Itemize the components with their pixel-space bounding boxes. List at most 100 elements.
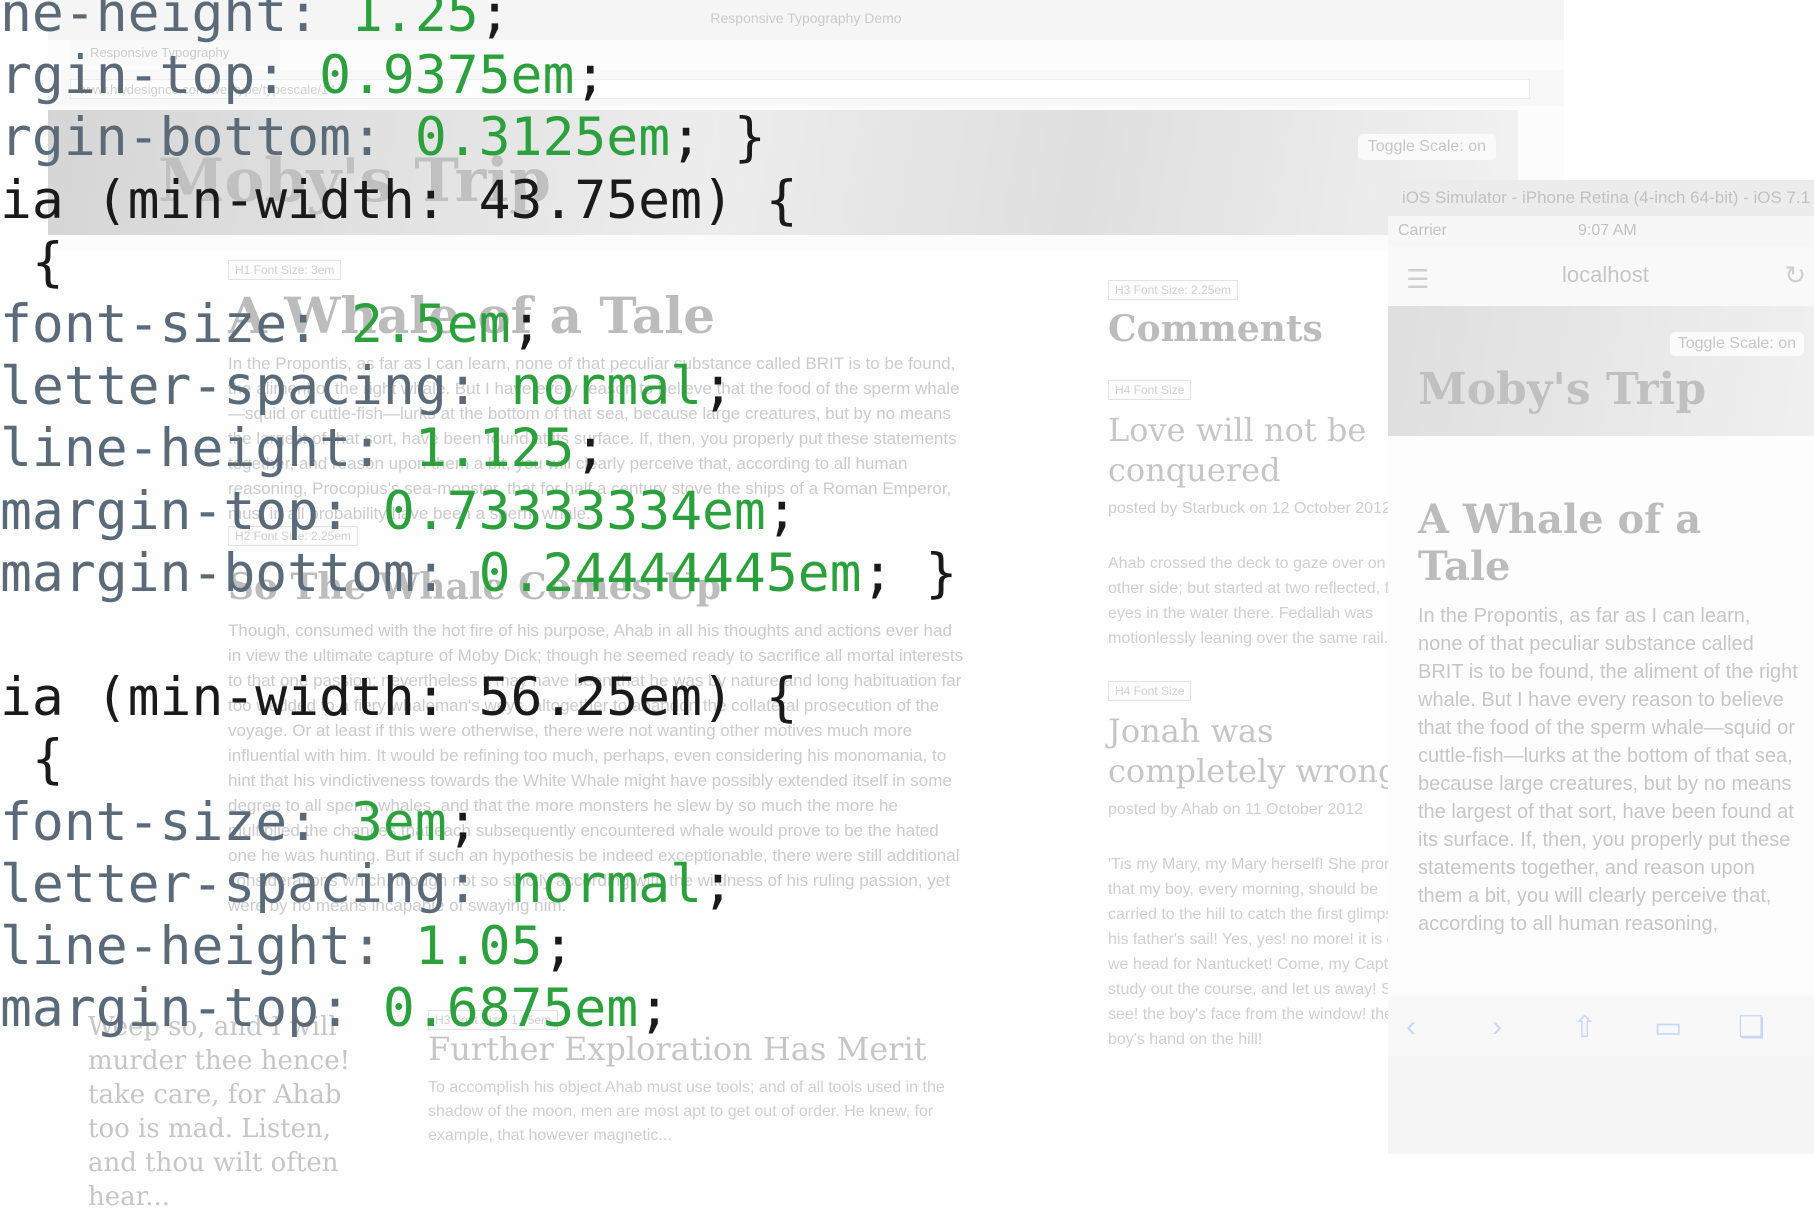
safari-address-bar: ☰ localhost ↻ xyxy=(1388,246,1814,306)
css-property: { xyxy=(0,231,64,293)
css-terminator: ; xyxy=(574,45,607,107)
status-time: 9:07 AM xyxy=(1578,222,1637,239)
code-line: letter-spacing: normal; xyxy=(0,351,734,423)
reload-icon[interactable]: ↻ xyxy=(1784,260,1806,291)
css-separator: : xyxy=(351,916,415,977)
css-value: normal xyxy=(510,356,703,418)
code-line: line-height: 1.05; xyxy=(0,911,574,983)
css-separator: : xyxy=(287,791,352,853)
css-separator: : xyxy=(446,356,511,418)
comment-meta: posted by Ahab on 11 October 2012 xyxy=(1108,801,1364,818)
css-value: normal xyxy=(510,853,703,915)
css-terminator: ; xyxy=(446,791,479,853)
reader-icon[interactable]: ☰ xyxy=(1406,264,1429,295)
mobile-site-brand[interactable]: Moby's Trip xyxy=(1418,364,1706,415)
css-terminator: ; xyxy=(702,853,734,915)
bookmarks-icon[interactable]: ▭ xyxy=(1654,1010,1682,1045)
css-terminator: ; xyxy=(702,356,734,418)
code-line: ia (min-width: 43.75em) { xyxy=(0,165,798,237)
css-value: 0.73333334em xyxy=(382,480,766,542)
css-value: 1.25 xyxy=(351,0,479,44)
css-property: margin-bottom xyxy=(0,542,415,604)
h1-size-badge: H1 Font Size: 3em xyxy=(228,260,342,280)
css-terminator: ; xyxy=(765,480,798,542)
css-separator: : xyxy=(351,418,415,480)
css-property: rgin-top xyxy=(0,45,256,107)
css-property: ne-height xyxy=(0,0,288,44)
css-terminator: ; } xyxy=(670,107,766,169)
code-line: letter-spacing: normal; xyxy=(0,849,734,921)
share-icon[interactable]: ⇧ xyxy=(1572,1010,1597,1045)
mobile-toggle-scale-button[interactable]: Toggle Scale: on xyxy=(1669,332,1804,356)
css-value: 0.24444445em xyxy=(478,542,862,604)
comments-title: Comments xyxy=(1108,308,1323,350)
css-property: rgin-bottom xyxy=(0,107,351,169)
code-line: rgin-top: 0.9375em; xyxy=(0,40,606,112)
css-terminator: ; xyxy=(638,978,671,1040)
css-value: 1.05 xyxy=(414,916,543,977)
code-line: ia (min-width: 56.25em) { xyxy=(0,662,798,734)
code-line: { xyxy=(0,227,64,299)
css-property: { xyxy=(0,729,64,791)
css-value: 0.6875em xyxy=(382,978,639,1040)
css-terminator: ; xyxy=(510,294,543,355)
code-line: margin-top: 0.73333334em; xyxy=(0,476,798,548)
css-separator: : xyxy=(351,107,415,169)
css-terminator: ; xyxy=(542,916,575,977)
css-property: ia (min-width: 56.25em) { xyxy=(0,667,798,729)
css-property: ia (min-width: 43.75em) { xyxy=(0,169,798,231)
css-terminator: ; xyxy=(478,0,511,44)
further-body: To accomplish his object Ahab must use t… xyxy=(428,1079,945,1144)
css-separator: : xyxy=(287,0,352,44)
ios-status-bar: Carrier 9:07 AM xyxy=(1388,216,1814,246)
comment-body: 'Tis my Mary, my Mary herself! She promi… xyxy=(1108,856,1427,1048)
css-property: font-size xyxy=(0,294,288,355)
css-property: margin-top xyxy=(0,480,320,542)
css-separator: : xyxy=(287,294,352,355)
carrier-label: Carrier xyxy=(1398,222,1447,239)
forward-icon[interactable]: › xyxy=(1492,1010,1502,1044)
comment-badge: H4 Font Size xyxy=(1108,380,1192,400)
css-value: 1.125 xyxy=(414,418,575,480)
css-property: letter-spacing xyxy=(0,853,447,915)
mobile-article-title: A Whale of a Tale xyxy=(1418,496,1702,590)
code-line: { xyxy=(0,724,64,796)
css-separator: : xyxy=(319,978,383,1040)
code-line: rgin-bottom: 0.3125em; } xyxy=(0,102,766,174)
comment-title: Jonah was completely wrong xyxy=(1108,712,1399,790)
h3-size-badge: H3 Font Size: 2.25em xyxy=(1108,280,1239,300)
back-icon[interactable]: ‹ xyxy=(1406,1010,1416,1044)
ios-simulator-window: iOS Simulator - iPhone Retina (4-inch 64… xyxy=(1388,180,1814,1154)
mobile-site-header: Toggle Scale: on Moby's Trip xyxy=(1388,306,1814,436)
comment-badge: H4 Font Size xyxy=(1108,681,1192,701)
code-line: font-size: 3em; xyxy=(0,787,479,859)
mobile-article-body: In the Propontis, as far as I can learn,… xyxy=(1418,605,1798,935)
simulator-title: iOS Simulator - iPhone Retina (4-inch 64… xyxy=(1388,180,1814,216)
css-terminator: ; xyxy=(574,418,607,480)
css-separator: : xyxy=(446,853,511,915)
tabs-icon[interactable]: ❏ xyxy=(1738,1010,1765,1045)
css-property: line-height xyxy=(0,916,351,977)
host-label[interactable]: localhost xyxy=(1562,262,1649,288)
css-separator: : xyxy=(414,542,479,604)
css-value: 0.9375em xyxy=(319,45,575,107)
code-line: font-size: 2.5em; xyxy=(0,289,542,361)
safari-toolbar: ‹ › ⇧ ▭ ❏ xyxy=(1388,996,1814,1056)
css-separator: : xyxy=(319,480,383,542)
css-property: line-height xyxy=(0,418,351,480)
comment-body: Ahab crossed the deck to gaze over on th… xyxy=(1108,555,1419,647)
mobile-article: A Whale of a Tale In the Propontis, as f… xyxy=(1388,436,1814,996)
code-line: margin-bottom: 0.24444445em; } xyxy=(0,538,957,610)
css-value: 2.5em xyxy=(351,294,511,355)
css-value: 0.3125em xyxy=(414,107,671,169)
comment-meta: posted by Starbuck on 12 October 2012 xyxy=(1108,500,1391,517)
css-value: 3em xyxy=(351,791,447,853)
css-property: font-size xyxy=(0,791,288,853)
css-property: letter-spacing xyxy=(0,356,447,418)
css-terminator: ; } xyxy=(861,542,958,604)
css-separator: : xyxy=(255,45,320,107)
toggle-scale-button[interactable]: Toggle Scale: on xyxy=(1357,134,1496,160)
code-line: margin-top: 0.6875em; xyxy=(0,973,670,1045)
comment-title: Love will not be conquered xyxy=(1108,411,1367,489)
comments-section: H3 Font Size: 2.25em Comments H4 Font Si… xyxy=(1108,280,1428,1082)
